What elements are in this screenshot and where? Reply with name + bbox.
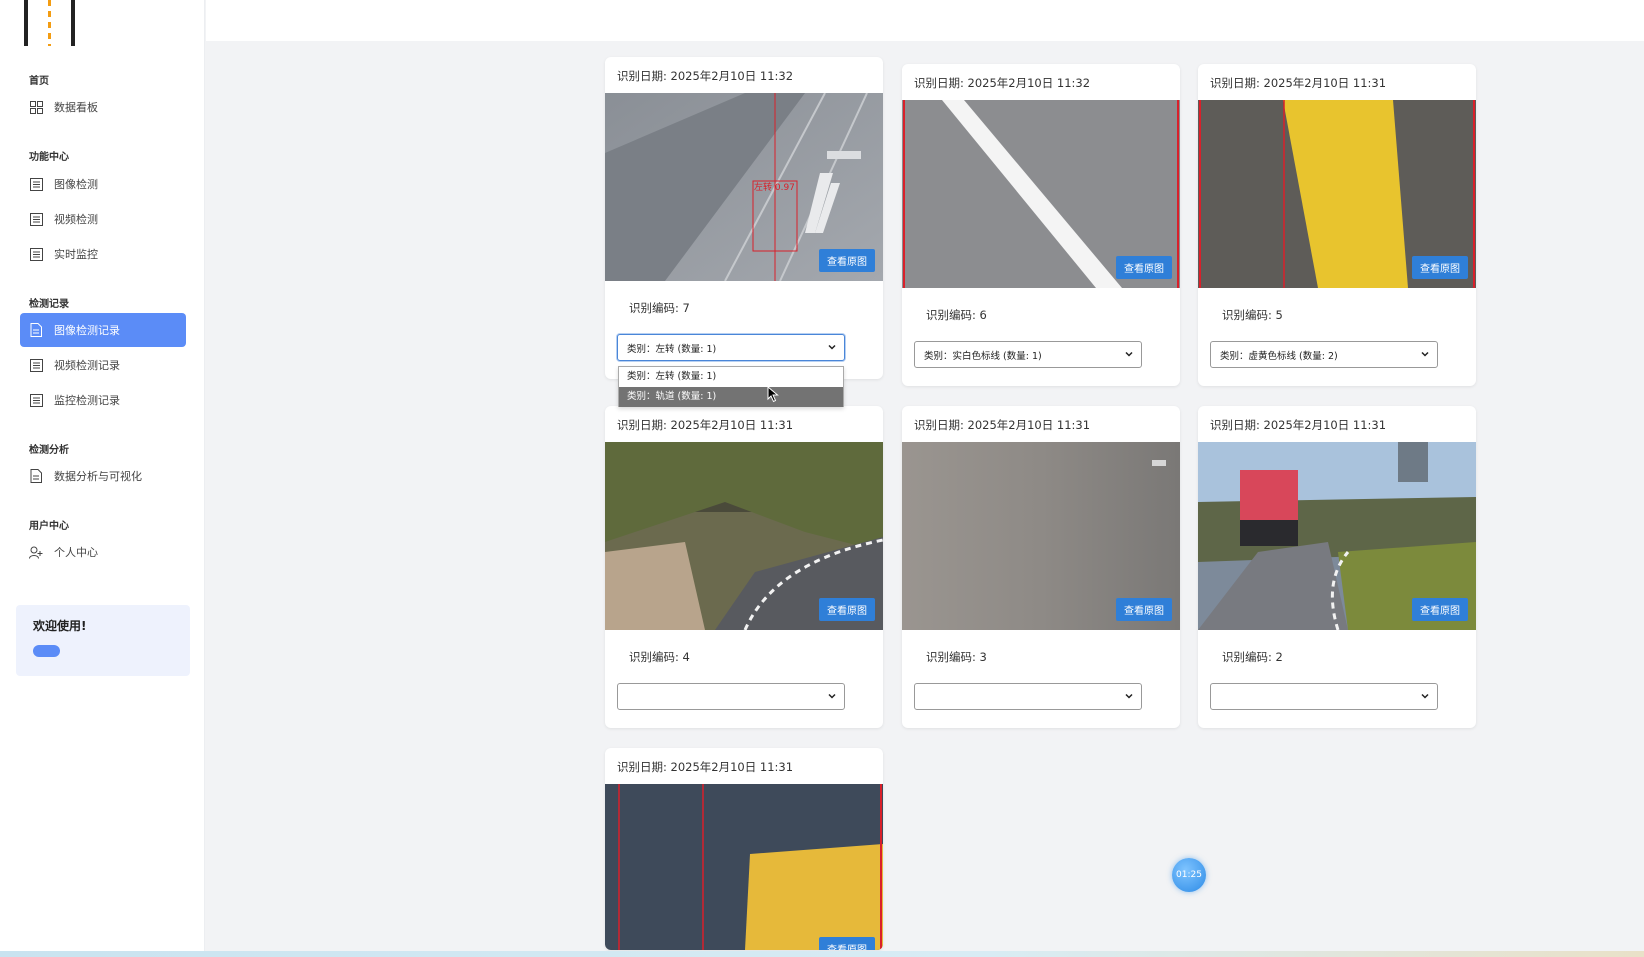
list-icon [29,393,43,407]
chevron-down-icon [828,693,836,699]
chevron-down-icon [1125,693,1133,699]
record-date: 识别日期: 2025年2月10日 11:31 [1210,76,1387,90]
category-select-value: 类别：虚黄色标线 (数量: 2) [1220,350,1338,362]
record-card: 识别日期: 2025年2月10日 11:31 查看原图 识别编码: 2 [1198,406,1476,728]
detection-label: 左转 0.97 [754,181,795,193]
record-code: 识别编码: 6 [926,308,987,322]
record-image[interactable]: 查看原图 [605,442,883,630]
view-original-button[interactable]: 查看原图 [819,598,875,621]
sidebar-item-label: 数据分析与可视化 [54,470,142,483]
record-code: 识别编码: 2 [1222,650,1283,664]
section-title-analysis: 检测分析 [29,445,69,456]
sidebar-item-label: 数据看板 [54,101,98,114]
view-original-button[interactable]: 查看原图 [819,937,875,950]
record-date: 识别日期: 2025年2月10日 11:32 [914,76,1091,90]
list-icon [29,212,43,226]
timer-badge[interactable]: 01:25 [1172,858,1206,892]
logo-icon [24,0,78,46]
dropdown-option[interactable]: 类别：轨道 (数量: 1) [619,387,843,407]
grid-icon [29,100,43,114]
welcome-button[interactable] [33,645,60,657]
record-date: 识别日期: 2025年2月10日 11:31 [1210,418,1387,432]
sidebar-item-video-detect[interactable]: 视频检测 [20,202,186,236]
dropdown-option[interactable]: 类别：左转 (数量: 1) [619,367,843,387]
record-code: 识别编码: 3 [926,650,987,664]
record-card: 识别日期: 2025年2月10日 11:31 查看原图 识别编码: 5 类别：虚… [1198,64,1476,386]
section-title-user: 用户中心 [29,521,69,532]
taskbar-strip [0,951,1644,957]
category-select[interactable]: 类别：实白色标线 (数量: 1) [914,341,1142,368]
record-card: 识别日期: 2025年2月10日 11:32 查看原图 识别编码: 6 类别：实… [902,64,1180,386]
section-title-records: 检测记录 [29,299,69,310]
sidebar-item-profile[interactable]: 个人中心 [20,535,186,569]
sidebar-item-label: 图像检测记录 [54,324,120,337]
sidebar-item-data-analysis[interactable]: 数据分析与可视化 [20,459,186,493]
category-select[interactable] [1210,683,1438,710]
top-header [206,0,1644,41]
record-code: 识别编码: 7 [629,301,690,315]
sidebar-item-label: 图像检测 [54,178,98,191]
category-select[interactable]: 类别：虚黄色标线 (数量: 2) [1210,341,1438,368]
list-icon [29,247,43,261]
view-original-button[interactable]: 查看原图 [1116,598,1172,621]
record-image[interactable]: 查看原图 [902,442,1180,630]
sidebar-item-label: 个人中心 [54,546,98,559]
sidebar-item-label: 实时监控 [54,248,98,261]
sidebar-item-label: 视频检测 [54,213,98,226]
record-image[interactable]: 查看原图 [1198,100,1476,288]
record-code: 识别编码: 4 [629,650,690,664]
list-icon [29,177,43,191]
record-date: 识别日期: 2025年2月10日 11:31 [617,760,794,774]
user-add-icon [29,545,43,559]
sidebar-item-monitor-records[interactable]: 监控检测记录 [20,383,186,417]
list-icon [29,358,43,372]
document-icon [29,323,43,337]
record-date: 识别日期: 2025年2月10日 11:31 [617,418,794,432]
document-icon [29,469,43,483]
chevron-down-icon [1421,351,1429,357]
sidebar-item-label: 视频检测记录 [54,359,120,372]
record-card: 识别日期: 2025年2月10日 11:32 左转 0.97 查看原图 识别编码… [605,57,883,379]
chevron-down-icon [828,344,836,350]
sidebar-item-dashboard[interactable]: 数据看板 [20,90,186,124]
view-original-button[interactable]: 查看原图 [819,249,875,272]
chevron-down-icon [1125,351,1133,357]
record-image[interactable]: 查看原图 [605,784,883,950]
sidebar-item-image-records[interactable]: 图像检测记录 [20,313,186,347]
category-select[interactable]: 类别：左转 (数量: 1) [617,334,845,361]
section-title-home: 首页 [29,76,49,87]
record-image[interactable]: 查看原图 [902,100,1180,288]
sidebar-item-image-detect[interactable]: 图像检测 [20,167,186,201]
sidebar-item-realtime-monitor[interactable]: 实时监控 [20,237,186,271]
chevron-down-icon [1421,693,1429,699]
view-original-button[interactable]: 查看原图 [1412,256,1468,279]
welcome-panel: 欢迎使用! [16,605,190,676]
category-select[interactable] [617,683,845,710]
sidebar: 首页 数据看板 功能中心 图像检测 视频检测 实时监控 检测记录 图像检测记录 … [0,0,205,952]
view-original-button[interactable]: 查看原图 [1412,598,1468,621]
record-date: 识别日期: 2025年2月10日 11:31 [914,418,1091,432]
category-dropdown-list: 类别：左转 (数量: 1) 类别：轨道 (数量: 1) [618,366,844,407]
record-image[interactable]: 查看原图 [1198,442,1476,630]
record-card: 识别日期: 2025年2月10日 11:31 查看原图 [605,748,883,950]
view-original-button[interactable]: 查看原图 [1116,256,1172,279]
category-select-value: 类别：实白色标线 (数量: 1) [924,350,1042,362]
category-select[interactable] [914,683,1142,710]
category-select-value: 类别：左转 (数量: 1) [627,343,717,355]
record-date: 识别日期: 2025年2月10日 11:32 [617,69,794,83]
record-card: 识别日期: 2025年2月10日 11:31 查看原图 识别编码: 4 [605,406,883,728]
welcome-title: 欢迎使用! [33,619,87,633]
sidebar-item-video-records[interactable]: 视频检测记录 [20,348,186,382]
record-card: 识别日期: 2025年2月10日 11:31 查看原图 识别编码: 3 [902,406,1180,728]
record-image[interactable]: 左转 0.97 查看原图 [605,93,883,281]
record-code: 识别编码: 5 [1222,308,1283,322]
section-title-functions: 功能中心 [29,152,69,163]
sidebar-item-label: 监控检测记录 [54,394,120,407]
mouse-cursor-icon [767,386,779,403]
